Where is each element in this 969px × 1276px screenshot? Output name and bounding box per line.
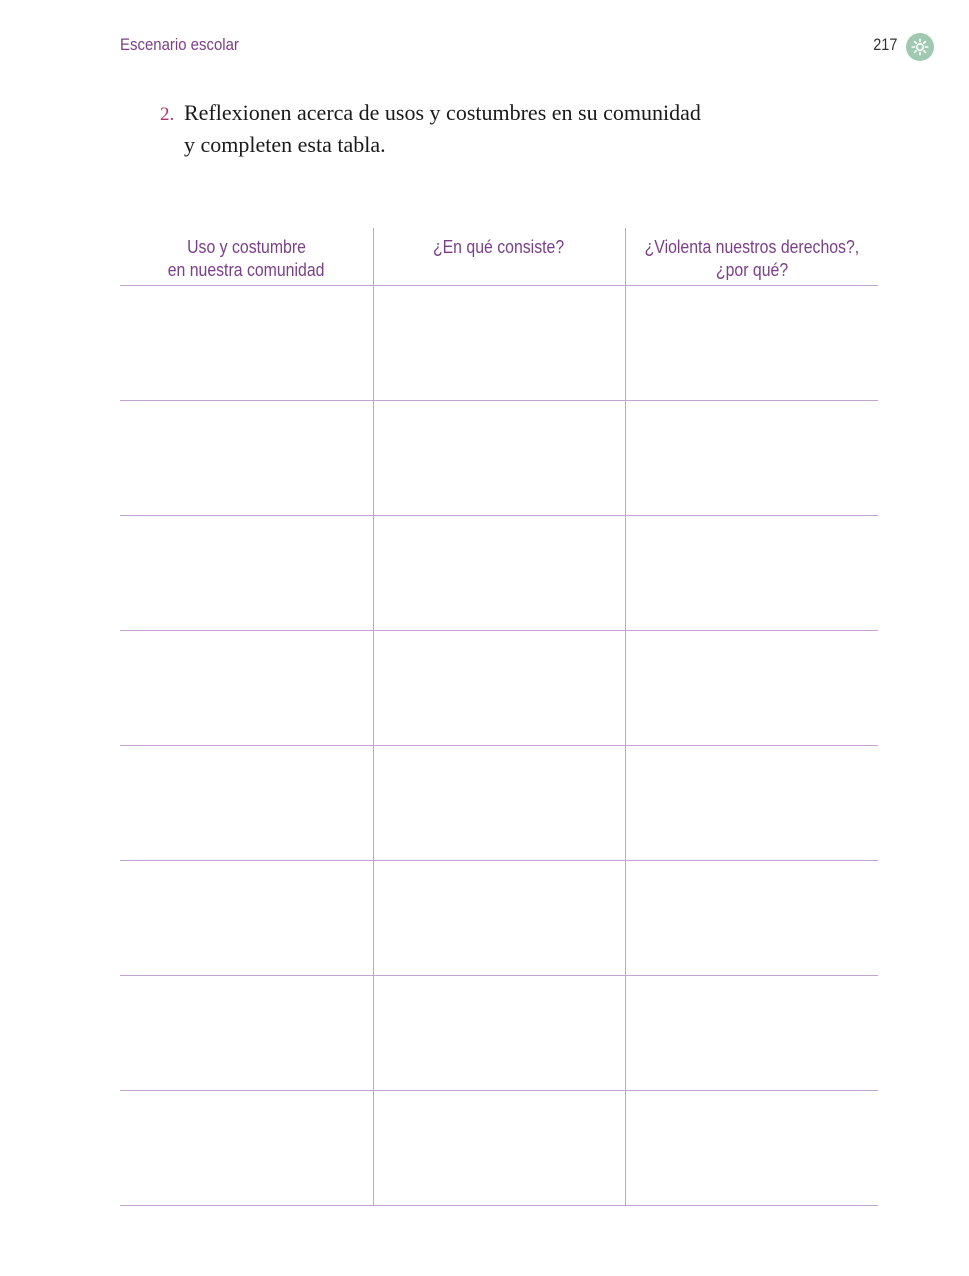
answer-cell[interactable] <box>372 1090 626 1206</box>
activity-instruction: 2. Reflexionen acerca de usos y costumbre… <box>160 98 780 160</box>
answer-cell[interactable] <box>372 860 626 976</box>
answer-cell[interactable] <box>624 975 878 1091</box>
column-header-line: ¿por qué? <box>715 260 788 280</box>
answer-cell[interactable] <box>120 630 374 746</box>
table-row <box>120 630 878 746</box>
answer-cell[interactable] <box>372 400 626 516</box>
answer-cell[interactable] <box>372 285 626 401</box>
answer-cell[interactable] <box>120 285 374 401</box>
running-head: Escenario escolar <box>120 35 239 54</box>
answer-cell[interactable] <box>624 860 878 976</box>
instruction-text-1: Reflexionen acerca de usos y costumbres … <box>184 100 701 125</box>
column-header-line: ¿Violenta nuestros derechos?, <box>644 237 860 257</box>
answer-cell[interactable] <box>372 515 626 631</box>
table-body <box>120 285 878 1206</box>
column-header-line: ¿En qué consiste? <box>433 237 565 257</box>
table-row <box>120 1090 878 1206</box>
answer-cell[interactable] <box>120 1090 374 1206</box>
sun-icon <box>911 38 929 56</box>
page-badge <box>906 33 934 61</box>
page-number: 217 <box>872 35 897 54</box>
answer-cell[interactable] <box>372 745 626 861</box>
table-header-row: Uso y costumbre en nuestra comunidad ¿En… <box>120 228 878 286</box>
worksheet-table: Uso y costumbre en nuestra comunidad ¿En… <box>120 228 878 1206</box>
instruction-line-1: 2. Reflexionen acerca de usos y costumbre… <box>160 98 780 130</box>
table-row <box>120 745 878 861</box>
activity-number: 2. <box>160 104 175 125</box>
table-row <box>120 400 878 516</box>
answer-cell[interactable] <box>624 285 878 401</box>
answer-cell[interactable] <box>372 630 626 746</box>
column-header-description: ¿En qué consiste? <box>372 228 626 286</box>
answer-cell[interactable] <box>624 630 878 746</box>
column-header-line: Uso y costumbre <box>186 237 306 257</box>
table-row <box>120 515 878 631</box>
answer-cell[interactable] <box>372 975 626 1091</box>
table-row <box>120 975 878 1091</box>
answer-cell[interactable] <box>120 860 374 976</box>
table-row <box>120 285 878 401</box>
column-header-rights: ¿Violenta nuestros derechos?, ¿por qué? <box>624 228 878 286</box>
answer-cell[interactable] <box>120 515 374 631</box>
answer-cell[interactable] <box>120 975 374 1091</box>
answer-cell[interactable] <box>624 1090 878 1206</box>
column-header-custom: Uso y costumbre en nuestra comunidad <box>120 228 374 286</box>
answer-cell[interactable] <box>624 515 878 631</box>
answer-cell[interactable] <box>624 745 878 861</box>
table-row <box>120 860 878 976</box>
answer-cell[interactable] <box>120 745 374 861</box>
answer-cell[interactable] <box>624 400 878 516</box>
column-header-line: en nuestra comunidad <box>167 260 325 280</box>
instruction-text-2: y completen esta tabla. <box>184 132 386 157</box>
answer-cell[interactable] <box>120 400 374 516</box>
